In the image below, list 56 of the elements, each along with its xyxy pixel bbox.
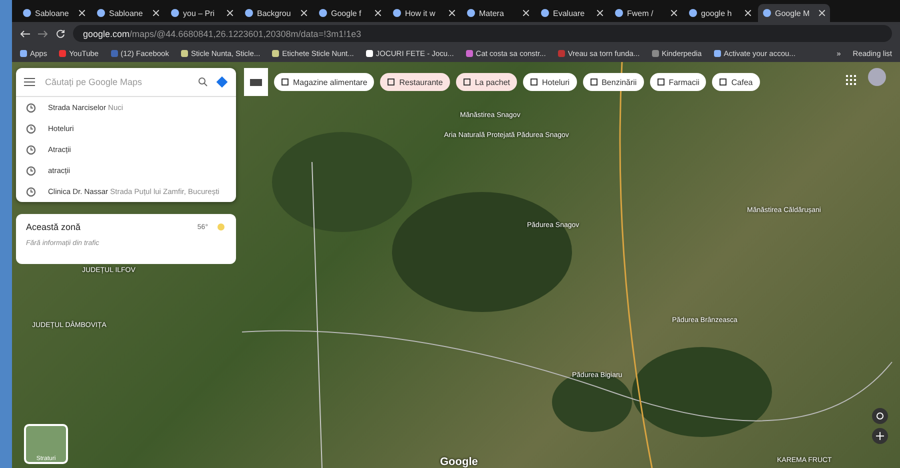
browser-tab[interactable]: Sabloane <box>18 4 90 22</box>
category-icon <box>590 78 598 86</box>
history-icon <box>26 166 36 176</box>
category-icon <box>462 78 471 86</box>
category-chip[interactable]: Hoteluri <box>523 73 577 91</box>
history-icon <box>26 102 36 112</box>
category-chip[interactable]: Benzinării <box>582 73 644 91</box>
category-chip[interactable]: La pachet <box>456 73 517 91</box>
close-icon[interactable] <box>375 10 381 16</box>
layers-toggle[interactable] <box>244 68 268 96</box>
category-chip[interactable]: Restaurante <box>380 73 450 91</box>
browser-tab[interactable]: Matera <box>462 4 534 22</box>
browser-tab[interactable]: Fwem / <box>610 4 682 22</box>
search-icon[interactable] <box>198 77 208 87</box>
browser-tab[interactable]: Google f <box>314 4 386 22</box>
close-icon[interactable] <box>227 10 233 16</box>
close-icon[interactable] <box>79 10 85 16</box>
plus-icon <box>876 432 884 440</box>
location-button[interactable] <box>872 408 888 424</box>
apps-grid-icon[interactable] <box>846 75 856 85</box>
browser-tab[interactable]: Evaluare <box>536 4 608 22</box>
zoom-in-button[interactable] <box>872 428 888 444</box>
close-icon[interactable] <box>301 10 307 16</box>
browser-tab[interactable]: Google M <box>758 4 830 22</box>
browser-tab[interactable]: Backgrou <box>240 4 312 22</box>
forward-arrow-icon[interactable] <box>38 30 48 38</box>
category-chip[interactable]: Magazine alimentare <box>274 73 374 91</box>
category-icon <box>719 78 728 86</box>
close-icon[interactable] <box>449 10 455 16</box>
close-icon[interactable] <box>153 10 159 16</box>
close-icon[interactable] <box>819 10 825 16</box>
close-icon[interactable] <box>671 10 677 16</box>
browser-tab[interactable]: google h <box>684 4 756 22</box>
category-icon <box>656 78 665 86</box>
category-chip[interactable]: Cafea <box>712 73 760 91</box>
category-icon <box>387 78 396 86</box>
satellite-map[interactable] <box>12 62 900 468</box>
history-icon <box>26 186 36 196</box>
close-icon[interactable] <box>523 10 529 16</box>
browser-tab[interactable]: How it w <box>388 4 460 22</box>
category-icon <box>281 78 289 86</box>
menu-icon[interactable] <box>24 78 35 86</box>
address-field[interactable]: google.com/maps/@44.6680841,26.1223601,20308m/data=!3m1!1e3 <box>73 25 892 42</box>
close-icon[interactable] <box>597 10 603 16</box>
close-icon[interactable] <box>745 10 751 16</box>
reload-icon[interactable] <box>56 29 65 38</box>
category-icon <box>530 78 538 86</box>
back-arrow-icon[interactable] <box>20 30 30 38</box>
browser-tab[interactable]: Sabloane <box>92 4 164 22</box>
history-icon <box>26 124 36 134</box>
directions-icon[interactable] <box>216 76 228 88</box>
history-icon <box>26 144 36 154</box>
map-logo: Google <box>440 456 478 468</box>
category-chip[interactable]: Farmacii <box>650 73 706 91</box>
browser-tab[interactable]: you – Pri <box>166 4 238 22</box>
area-title: Această zonă <box>26 222 82 232</box>
